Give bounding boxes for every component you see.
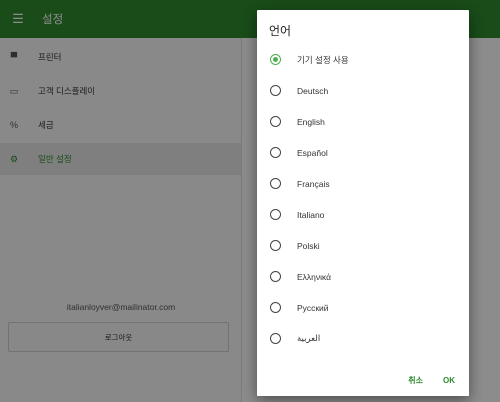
language-option[interactable]: Français — [257, 168, 469, 199]
language-option-label: Русский — [297, 302, 329, 313]
radio-icon[interactable] — [270, 271, 281, 282]
radio-icon[interactable] — [270, 333, 281, 344]
language-option-label: العربية — [297, 333, 321, 343]
radio-icon[interactable] — [270, 209, 281, 220]
cancel-button[interactable]: 취소 — [408, 375, 423, 386]
language-option-label: English — [297, 116, 325, 127]
ok-button[interactable]: OK — [443, 376, 455, 385]
dialog-actions: 취소 OK — [257, 364, 469, 396]
language-option[interactable]: العربية — [257, 323, 469, 354]
dialog-title: 언어 — [269, 24, 292, 38]
language-option[interactable]: Italiano — [257, 199, 469, 230]
language-option[interactable]: 기기 설정 사용 — [257, 44, 469, 75]
radio-icon[interactable] — [270, 302, 281, 313]
language-option[interactable]: Ελληνικά — [257, 261, 469, 292]
language-option-label: Ελληνικά — [297, 271, 332, 282]
radio-selected-icon[interactable] — [270, 54, 281, 65]
radio-icon[interactable] — [270, 240, 281, 251]
radio-icon[interactable] — [270, 85, 281, 96]
language-option-label: Polski — [297, 240, 320, 251]
radio-icon[interactable] — [270, 116, 281, 127]
language-option-label: Français — [297, 178, 330, 189]
language-option[interactable]: Deutsch — [257, 75, 469, 106]
language-option-label: 기기 설정 사용 — [297, 54, 349, 65]
language-options: 기기 설정 사용 Deutsch English Español Françai… — [257, 44, 469, 374]
language-dialog: 언어 기기 설정 사용 Deutsch English Español Fran… — [257, 10, 469, 396]
language-option-label: Italiano — [297, 209, 325, 220]
language-option[interactable]: Polski — [257, 230, 469, 261]
radio-icon[interactable] — [270, 147, 281, 158]
radio-icon[interactable] — [270, 178, 281, 189]
language-option[interactable]: Español — [257, 137, 469, 168]
language-option[interactable]: Русский — [257, 292, 469, 323]
language-option-label: Deutsch — [297, 85, 329, 96]
language-option[interactable]: English — [257, 106, 469, 137]
language-option-label: Español — [297, 147, 328, 158]
